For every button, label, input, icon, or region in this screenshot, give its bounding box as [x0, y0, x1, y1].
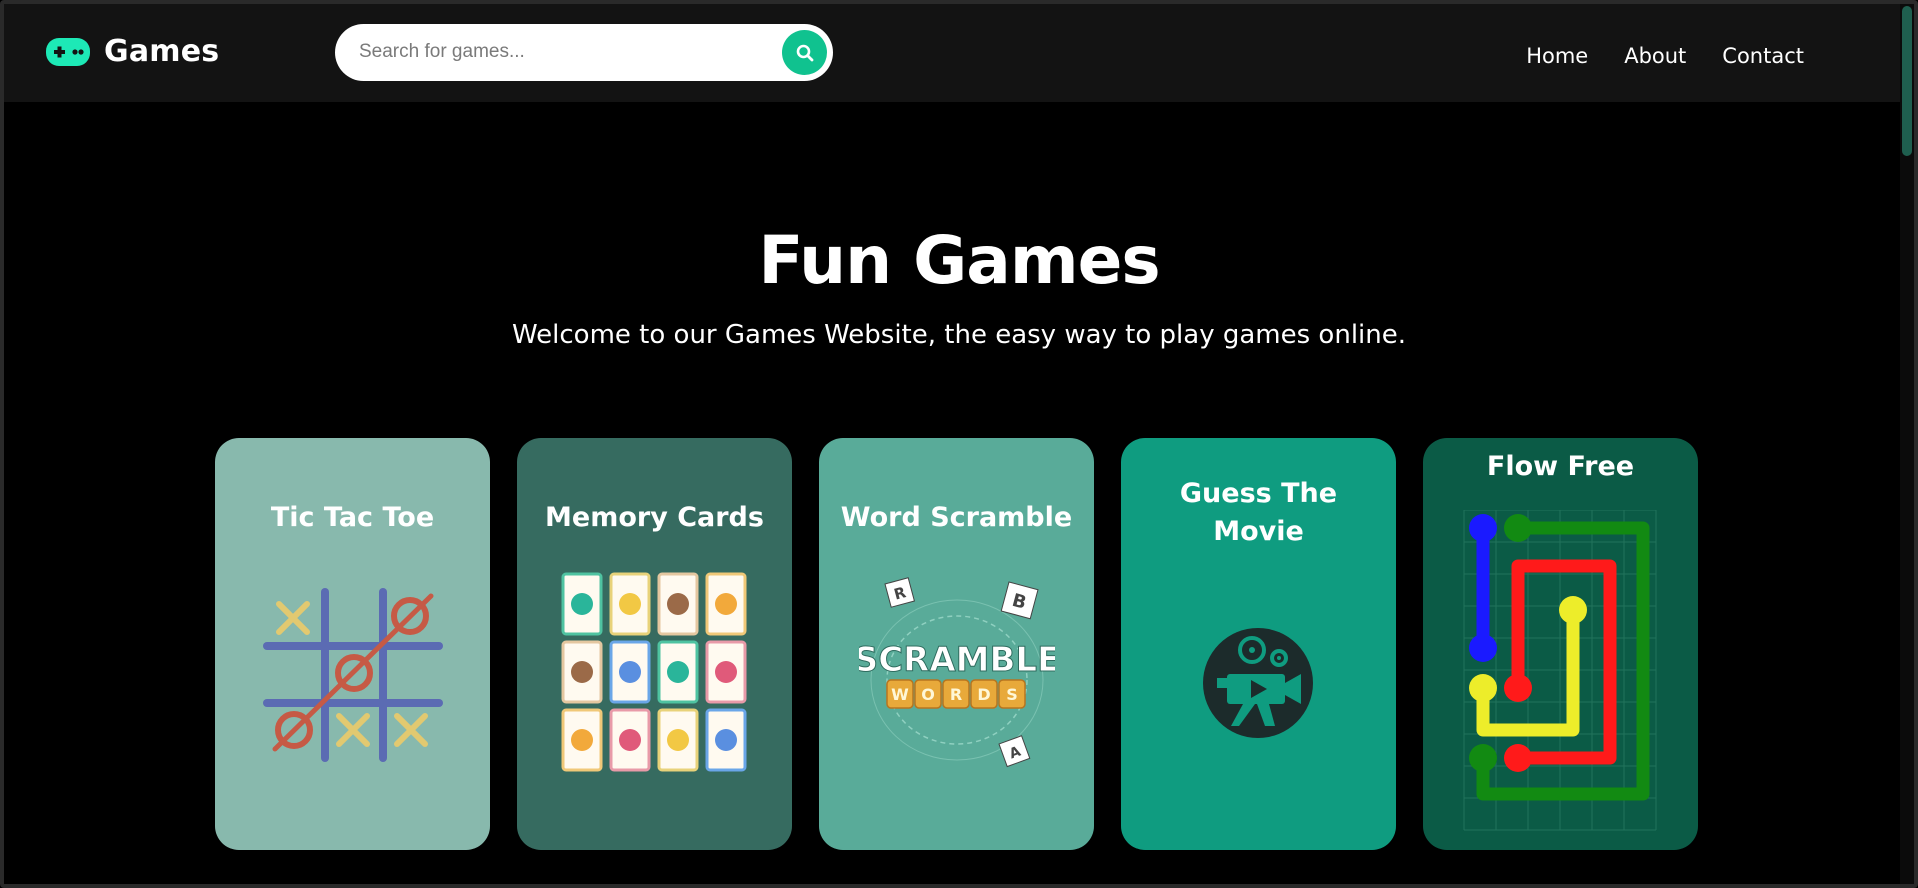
card-title: Memory Cards [545, 502, 764, 533]
card-word-scramble[interactable]: Word Scramble R B A SCRAMBLE WORDS [819, 438, 1094, 850]
card-guess-the-movie[interactable]: Guess The Movie [1121, 438, 1396, 850]
page-subtitle: Welcome to our Games Website, the easy w… [511, 320, 1407, 350]
memory-card-animal [571, 729, 593, 751]
card-tic-tac-toe[interactable]: Tic Tac Toe [215, 438, 490, 850]
navbar: Games Home About Contact [4, 4, 1914, 102]
card-flow-free[interactable]: Flow Free [1423, 438, 1698, 850]
word-tile-letter: S [1006, 685, 1018, 704]
memory-card-animal [571, 593, 593, 615]
memory-card-animal [715, 661, 737, 683]
memory-card-animal [619, 661, 641, 683]
card-title: Tic Tac Toe [270, 502, 435, 533]
nav-menu: Home About Contact [1526, 44, 1804, 68]
memory-card-animal [667, 593, 689, 615]
nav-home-link[interactable]: Home [1526, 44, 1588, 68]
memory-card-animal [667, 729, 689, 751]
flow-free-icon [1463, 510, 1657, 831]
game-cards: Tic Tac Toe Memory Cards Word Scramble R… [215, 438, 1698, 850]
card-title: Guess The Movie [1179, 478, 1338, 547]
search-bar [335, 24, 833, 81]
scramble-words-icon: R B A SCRAMBLE WORDS [859, 577, 1055, 768]
tic-tac-toe-icon [263, 588, 443, 762]
memory-card-animal [571, 661, 593, 683]
card-title: Flow Free [1486, 451, 1635, 482]
search-button[interactable] [782, 30, 827, 75]
nav-about-link[interactable]: About [1624, 44, 1686, 68]
word-tile-letter: D [977, 685, 990, 704]
search-icon [796, 44, 813, 61]
gamepad-icon [46, 37, 90, 66]
memory-cards-icon [561, 572, 747, 772]
nav-contact-link[interactable]: Contact [1722, 44, 1804, 68]
card-memory-cards[interactable]: Memory Cards [517, 438, 792, 850]
word-tile-letter: R [950, 685, 962, 704]
memory-card-animal [619, 729, 641, 751]
card-title: Word Scramble [840, 502, 1073, 533]
memory-card-animal [667, 661, 689, 683]
search-input[interactable] [359, 34, 759, 70]
memory-card-animal [715, 593, 737, 615]
scramble-word: SCRAMBLE [859, 640, 1055, 680]
brand-logo[interactable]: Games [46, 34, 219, 69]
page-title: Fun Games [758, 222, 1160, 299]
page-scrollbar[interactable] [1900, 4, 1914, 884]
movie-camera-icon [1203, 628, 1313, 738]
scrollbar-thumb[interactable] [1902, 6, 1912, 156]
memory-card-animal [619, 593, 641, 615]
brand-name: Games [104, 34, 220, 69]
browser-frame: Games Home About Contact Fun Games Welco… [0, 0, 1918, 888]
memory-card-animal [715, 729, 737, 751]
word-tile-letter: O [921, 685, 935, 704]
word-tile-letter: W [891, 685, 909, 704]
